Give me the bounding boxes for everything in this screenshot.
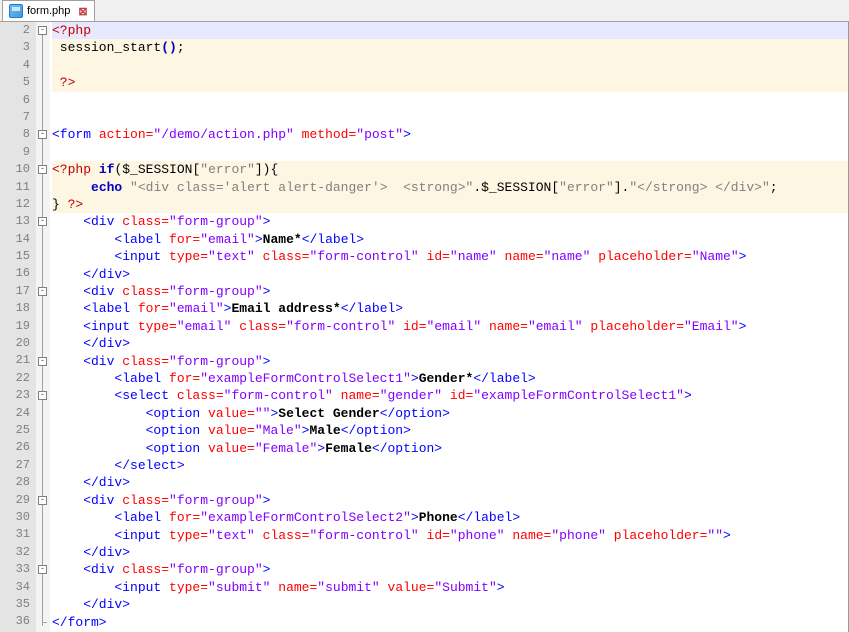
line-number: 5	[8, 74, 30, 91]
code-line[interactable]: <option value="">Select Gender</option>	[52, 406, 450, 421]
code-line[interactable]: <div class="form-group">	[52, 214, 270, 229]
file-tab[interactable]: form.php ⊠	[2, 0, 95, 21]
code-line[interactable]: <input type="text" class="form-control" …	[52, 249, 746, 264]
line-number: 35	[8, 596, 30, 613]
code-line[interactable]: </div>	[52, 267, 130, 282]
line-number: 23	[8, 387, 30, 404]
line-number: 3	[8, 39, 30, 56]
line-number: 36	[8, 613, 30, 630]
line-number: 17	[8, 283, 30, 300]
line-number: 8	[8, 126, 30, 143]
line-number: 26	[8, 439, 30, 456]
line-number: 18	[8, 300, 30, 317]
code-line[interactable]	[52, 57, 848, 74]
code-line[interactable]: ?>	[52, 74, 848, 91]
line-number: 7	[8, 109, 30, 126]
code-line[interactable]: <?php if($_SESSION["error"]){	[52, 161, 848, 178]
code-line[interactable]: <div class="form-group">	[52, 354, 270, 369]
fold-toggle[interactable]: -	[38, 496, 47, 505]
tab-bar: form.php ⊠	[0, 0, 849, 22]
line-number: 30	[8, 509, 30, 526]
code-line[interactable]: <div class="form-group">	[52, 284, 270, 299]
code-line[interactable]: <label for="email">Email address*</label…	[52, 301, 403, 316]
code-line[interactable]: </div>	[52, 597, 130, 612]
code-line[interactable]: <label for="exampleFormControlSelect2">P…	[52, 510, 520, 525]
fold-toggle[interactable]: -	[38, 130, 47, 139]
fold-toggle[interactable]: -	[38, 165, 47, 174]
fold-toggle[interactable]: -	[38, 287, 47, 296]
php-file-icon	[9, 4, 23, 18]
code-line[interactable]: <form action="/demo/action.php" method="…	[52, 127, 411, 142]
code-line[interactable]: <input type="submit" name="submit" value…	[52, 580, 505, 595]
line-number: 21	[8, 352, 30, 369]
line-number-gutter: 2345678910111213141516171819202122232425…	[0, 22, 36, 632]
code-line[interactable]: <option value="Male">Male</option>	[52, 423, 411, 438]
line-number: 6	[8, 92, 30, 109]
line-number: 19	[8, 318, 30, 335]
line-number: 4	[8, 57, 30, 74]
line-number: 25	[8, 422, 30, 439]
code-content[interactable]: <?php session_start(); ?> <form action="…	[50, 22, 848, 632]
line-number: 34	[8, 579, 30, 596]
line-number: 33	[8, 561, 30, 578]
line-number: 16	[8, 265, 30, 282]
line-number: 27	[8, 457, 30, 474]
line-number: 11	[8, 179, 30, 196]
code-line[interactable]: </select>	[52, 458, 185, 473]
line-number: 15	[8, 248, 30, 265]
line-number: 2	[8, 22, 30, 39]
line-number: 9	[8, 144, 30, 161]
code-line[interactable]: </div>	[52, 475, 130, 490]
editor[interactable]: 2345678910111213141516171819202122232425…	[0, 22, 849, 632]
code-line[interactable]: <label for="exampleFormControlSelect1">G…	[52, 371, 536, 386]
code-line[interactable]: </div>	[52, 545, 130, 560]
line-number: 13	[8, 213, 30, 230]
fold-toggle[interactable]: -	[38, 217, 47, 226]
tab-filename: form.php	[27, 5, 70, 17]
code-line[interactable]: echo "<div class='alert alert-danger'> <…	[52, 179, 848, 196]
code-line[interactable]: <option value="Female">Female</option>	[52, 441, 442, 456]
line-number: 32	[8, 544, 30, 561]
fold-toggle[interactable]: -	[38, 391, 47, 400]
code-line[interactable]: session_start();	[52, 39, 848, 56]
fold-toggle[interactable]: -	[38, 357, 47, 366]
line-number: 31	[8, 526, 30, 543]
code-line[interactable]: </div>	[52, 336, 130, 351]
line-number: 28	[8, 474, 30, 491]
code-line[interactable]: } ?>	[52, 196, 848, 213]
code-line[interactable]: <div class="form-group">	[52, 562, 270, 577]
fold-column: - - - - - - - - -	[36, 22, 50, 632]
code-line[interactable]: <div class="form-group">	[52, 493, 270, 508]
code-line[interactable]: <input type="text" class="form-control" …	[52, 528, 731, 543]
fold-toggle[interactable]: -	[38, 26, 47, 35]
fold-toggle[interactable]: -	[38, 565, 47, 574]
line-number: 14	[8, 231, 30, 248]
code-line[interactable]: </form>	[52, 615, 107, 630]
line-number: 12	[8, 196, 30, 213]
code-line[interactable]: <?php	[52, 22, 848, 39]
line-number: 20	[8, 335, 30, 352]
close-icon[interactable]: ⊠	[78, 5, 87, 18]
line-number: 29	[8, 492, 30, 509]
line-number: 10	[8, 161, 30, 178]
code-line[interactable]: <label for="email">Name*</label>	[52, 232, 364, 247]
code-line[interactable]: <select class="form-control" name="gende…	[52, 388, 692, 403]
line-number: 22	[8, 370, 30, 387]
code-line[interactable]: <input type="email" class="form-control"…	[52, 319, 746, 334]
line-number: 24	[8, 405, 30, 422]
